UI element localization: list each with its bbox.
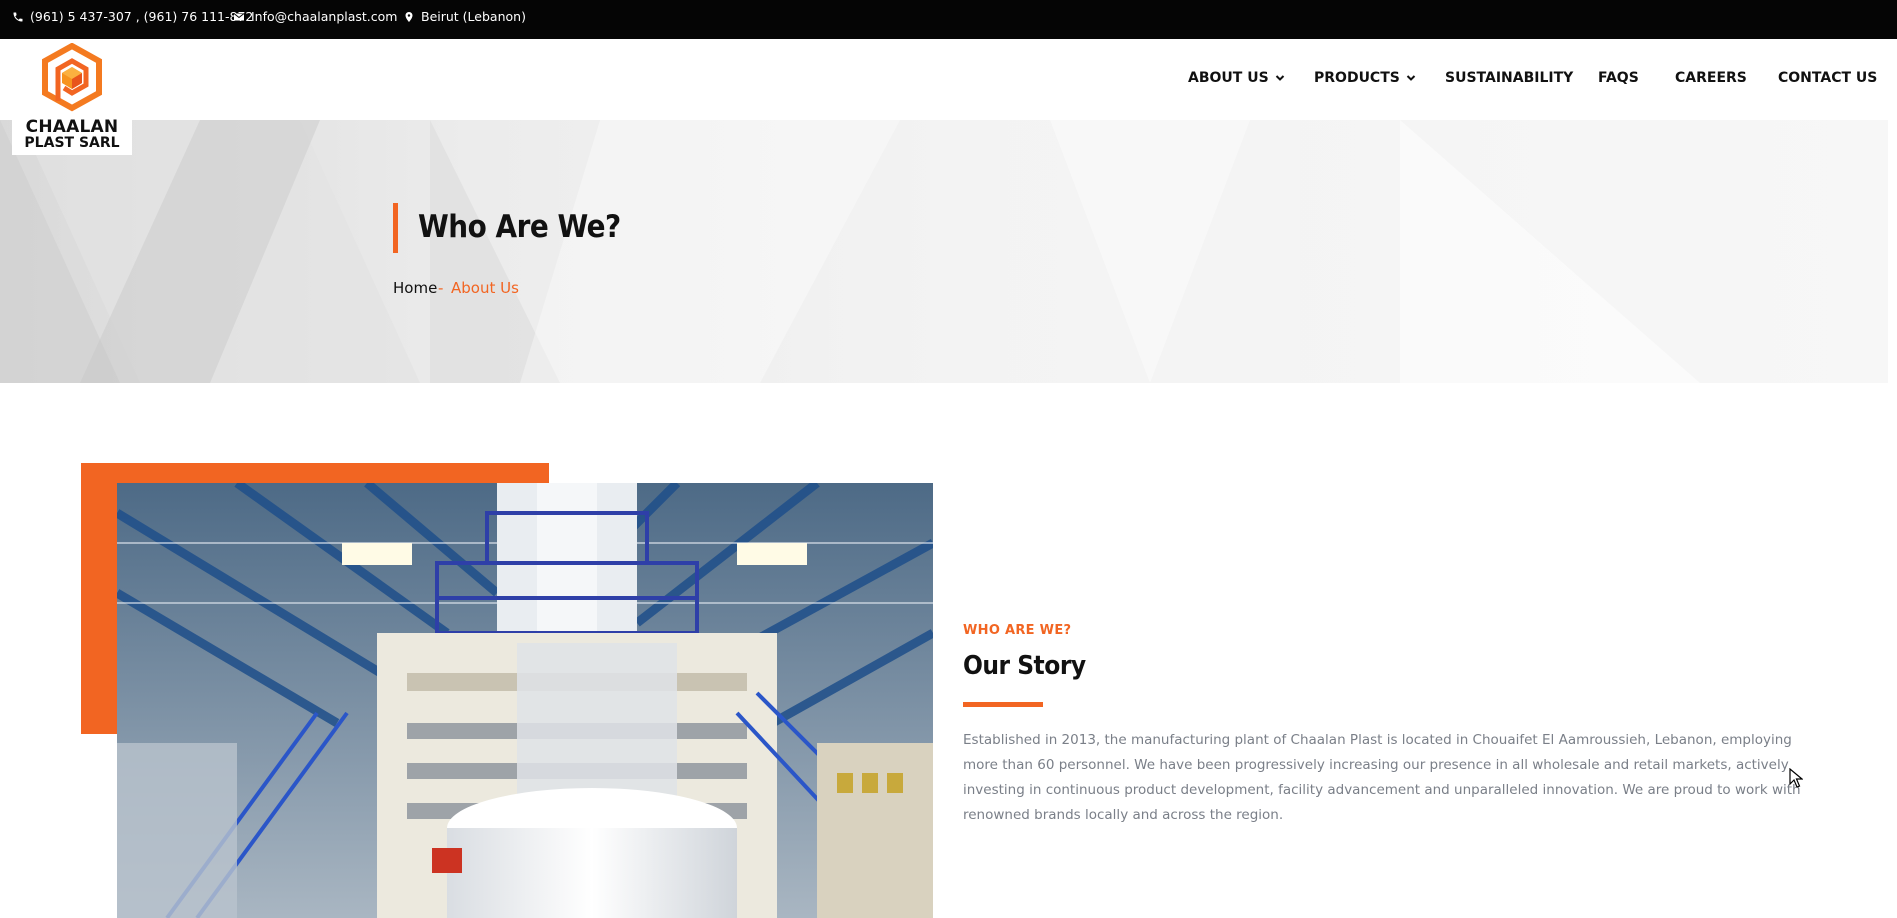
- location-contact: Beirut (Lebanon): [403, 0, 526, 33]
- breadcrumb-home-link[interactable]: Home: [393, 279, 437, 297]
- breadcrumb-separator: -: [438, 279, 444, 297]
- nav-careers[interactable]: CAREERS: [1675, 39, 1747, 117]
- location-text: Beirut (Lebanon): [421, 9, 526, 24]
- envelope-icon: [233, 12, 245, 20]
- nav-products[interactable]: PRODUCTS: [1314, 39, 1416, 117]
- nav-sustainability-label: SUSTAINABILITY: [1445, 70, 1574, 86]
- nav-faqs[interactable]: FAQS: [1598, 39, 1639, 117]
- email-address: Info@chaalanplast.com: [251, 9, 398, 24]
- chevron-down-icon: [1275, 75, 1284, 81]
- map-pin-icon: [405, 11, 413, 22]
- top-contact-bar: (961) 5 437-307 , (961) 76 111-872 Info@…: [0, 0, 1897, 39]
- nav-products-label: PRODUCTS: [1314, 70, 1400, 86]
- section-title-underline: [963, 702, 1043, 707]
- logo-name-line1: CHAALAN: [25, 117, 119, 137]
- factory-photo: [117, 483, 933, 918]
- nav-about-us[interactable]: ABOUT US: [1188, 39, 1285, 117]
- nav-careers-label: CAREERS: [1675, 70, 1747, 86]
- section-eyebrow: WHO ARE WE?: [963, 623, 1072, 638]
- nav-contact-us[interactable]: CONTACT US: [1778, 39, 1877, 117]
- phone-contact[interactable]: (961) 5 437-307 , (961) 76 111-872: [12, 0, 253, 33]
- nav-about-us-label: ABOUT US: [1188, 70, 1269, 86]
- nav-sustainability[interactable]: SUSTAINABILITY: [1445, 39, 1573, 117]
- nav-faqs-label: FAQS: [1598, 70, 1639, 86]
- page-hero-banner: [0, 120, 1888, 383]
- page-title: Who Are We?: [418, 209, 621, 245]
- breadcrumb-current: About Us: [451, 279, 519, 297]
- story-paragraph: Established in 2013, the manufacturing p…: [963, 732, 1801, 823]
- logo-name-line2: PLAST SARL: [24, 135, 120, 151]
- hero-title-accent-bar: [393, 203, 398, 253]
- hero-background-shapes: [0, 120, 1700, 383]
- nav-contact-us-label: CONTACT US: [1778, 70, 1878, 86]
- email-contact[interactable]: Info@chaalanplast.com: [233, 0, 397, 33]
- mouse-cursor-icon: [1789, 768, 1803, 788]
- phone-icon: [13, 12, 23, 21]
- site-logo[interactable]: CHAALAN PLAST SARL: [12, 39, 132, 155]
- phone-numbers: (961) 5 437-307 , (961) 76 111-872: [30, 9, 254, 24]
- factory-machine-illustration: [117, 483, 933, 918]
- section-title: Our Story: [963, 651, 1086, 681]
- logo-mark-icon: [42, 43, 102, 112]
- chevron-down-icon: [1406, 75, 1416, 81]
